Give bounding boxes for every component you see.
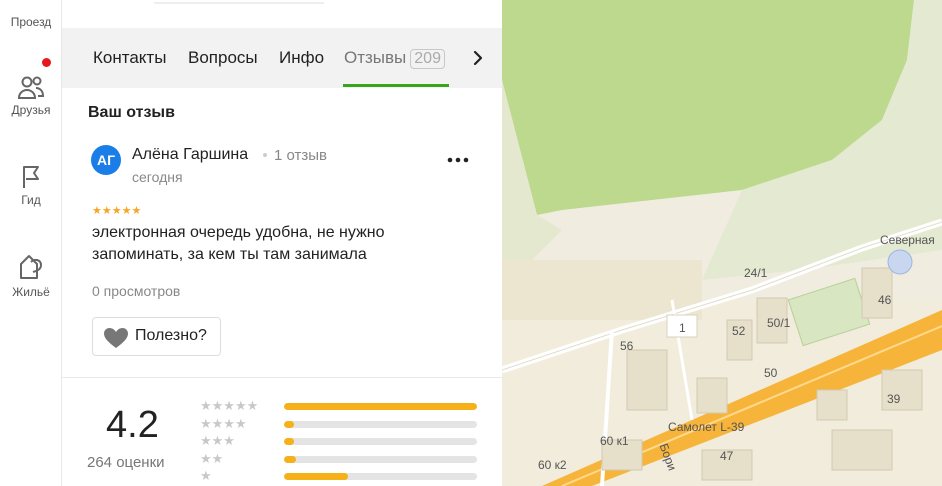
distribution-row-1: ★	[200, 468, 490, 483]
rail-label-friends: Друзья	[11, 103, 51, 117]
distribution-row-3: ★★★	[200, 433, 490, 448]
map-house-label: 56	[620, 339, 634, 353]
map-house-label: 46	[878, 293, 892, 307]
distribution-track-3	[284, 438, 477, 445]
map-street-label: Северная	[880, 233, 935, 247]
map-house-label: 50/1	[767, 316, 791, 330]
review-stars: ★★★★★	[92, 205, 142, 217]
your-review-heading: Ваш отзыв	[88, 104, 175, 121]
rail-label-route: Проезд	[10, 15, 52, 29]
map-view[interactable]: Северная 24/1 46 1 52 50/1 56 50 39 Само…	[502, 0, 942, 486]
map-house-label: 1	[679, 321, 686, 335]
distribution-stars-2: ★★	[200, 451, 224, 466]
distribution-bar-4	[284, 421, 294, 428]
distribution-stars-3: ★★★	[200, 433, 235, 448]
map-house-label: 47	[720, 449, 734, 463]
rail-label-housing: Жильё	[12, 285, 50, 299]
review-views: 0 просмотров	[92, 283, 181, 299]
useful-label: Полезно?	[135, 327, 207, 344]
rail-item-route[interactable]: Проезд	[0, 0, 62, 29]
distribution-bar-3	[284, 438, 294, 445]
avatar[interactable]: АГ	[91, 145, 121, 175]
map-house-label: 50	[764, 366, 778, 380]
distribution-track-5	[284, 403, 477, 410]
separator-dot	[263, 153, 267, 157]
distribution-bar-2	[284, 456, 296, 463]
map-poi-label[interactable]: Самолет L-39	[668, 420, 744, 434]
rail-item-guide[interactable]: Гид	[0, 164, 62, 207]
tab-reviews-label: Отзывы	[344, 48, 407, 67]
panel-top-divider	[154, 2, 324, 4]
distribution-track-2	[284, 456, 477, 463]
map-house-label: 39	[887, 392, 901, 406]
tab-contacts[interactable]: Контакты	[93, 48, 166, 68]
distribution-row-5: ★★★★★	[200, 398, 490, 413]
tab-reviews[interactable]: Отзывы 209	[344, 48, 445, 69]
distribution-stars-1: ★	[200, 468, 212, 483]
useful-button[interactable]: Полезно?	[92, 317, 221, 356]
tab-questions[interactable]: Вопросы	[188, 48, 258, 68]
distribution-row-2: ★★	[200, 451, 490, 466]
tab-info[interactable]: Инфо	[279, 48, 324, 68]
ratings-count: 264 оценки	[87, 454, 165, 471]
reviews-count-badge: 209	[410, 49, 445, 69]
notification-dot	[42, 58, 51, 67]
author-review-count[interactable]: 1 отзыв	[274, 147, 327, 164]
distribution-track-1	[284, 473, 477, 480]
distribution-track-4	[284, 421, 477, 428]
chevron-right-icon[interactable]	[470, 49, 486, 67]
distribution-row-4: ★★★★	[200, 416, 490, 431]
left-rail: Проезд Друзья Гид Жильё	[0, 0, 62, 486]
more-options-icon[interactable]	[444, 150, 472, 170]
panel-top	[62, 0, 502, 28]
friends-icon	[17, 76, 45, 99]
distribution-bar-5	[284, 403, 477, 410]
review-text: электронная очередь удобна, не нужно зап…	[92, 224, 385, 263]
active-tab-indicator	[343, 84, 449, 87]
review-author[interactable]: Алёна Гаршина	[132, 146, 248, 164]
section-divider	[62, 377, 502, 378]
rail-item-housing[interactable]: Жильё	[0, 252, 62, 299]
rail-item-friends[interactable]: Друзья	[0, 74, 62, 117]
rail-label-guide: Гид	[21, 193, 41, 207]
tabs-bar: Контакты Вопросы Инфо Отзывы 209	[62, 28, 502, 88]
distribution-bar-1	[284, 473, 348, 480]
map-house-label: 24/1	[744, 266, 768, 280]
review-date: сегодня	[132, 169, 183, 185]
organization-panel: Контакты Вопросы Инфо Отзывы 209 Ваш отзы…	[62, 0, 502, 486]
distribution-stars-4: ★★★★	[200, 416, 247, 431]
map-house-label: 60 к2	[538, 458, 567, 472]
map-house-label: 52	[732, 324, 746, 338]
average-rating: 4.2	[106, 404, 159, 446]
heart-icon	[104, 328, 128, 348]
map-canvas[interactable]	[502, 0, 942, 486]
distribution-stars-5: ★★★★★	[200, 398, 259, 413]
map-house-label: 60 к1	[600, 434, 629, 448]
flag-icon	[23, 166, 39, 188]
house-icon	[20, 255, 43, 279]
route-icon	[18, 0, 44, 12]
